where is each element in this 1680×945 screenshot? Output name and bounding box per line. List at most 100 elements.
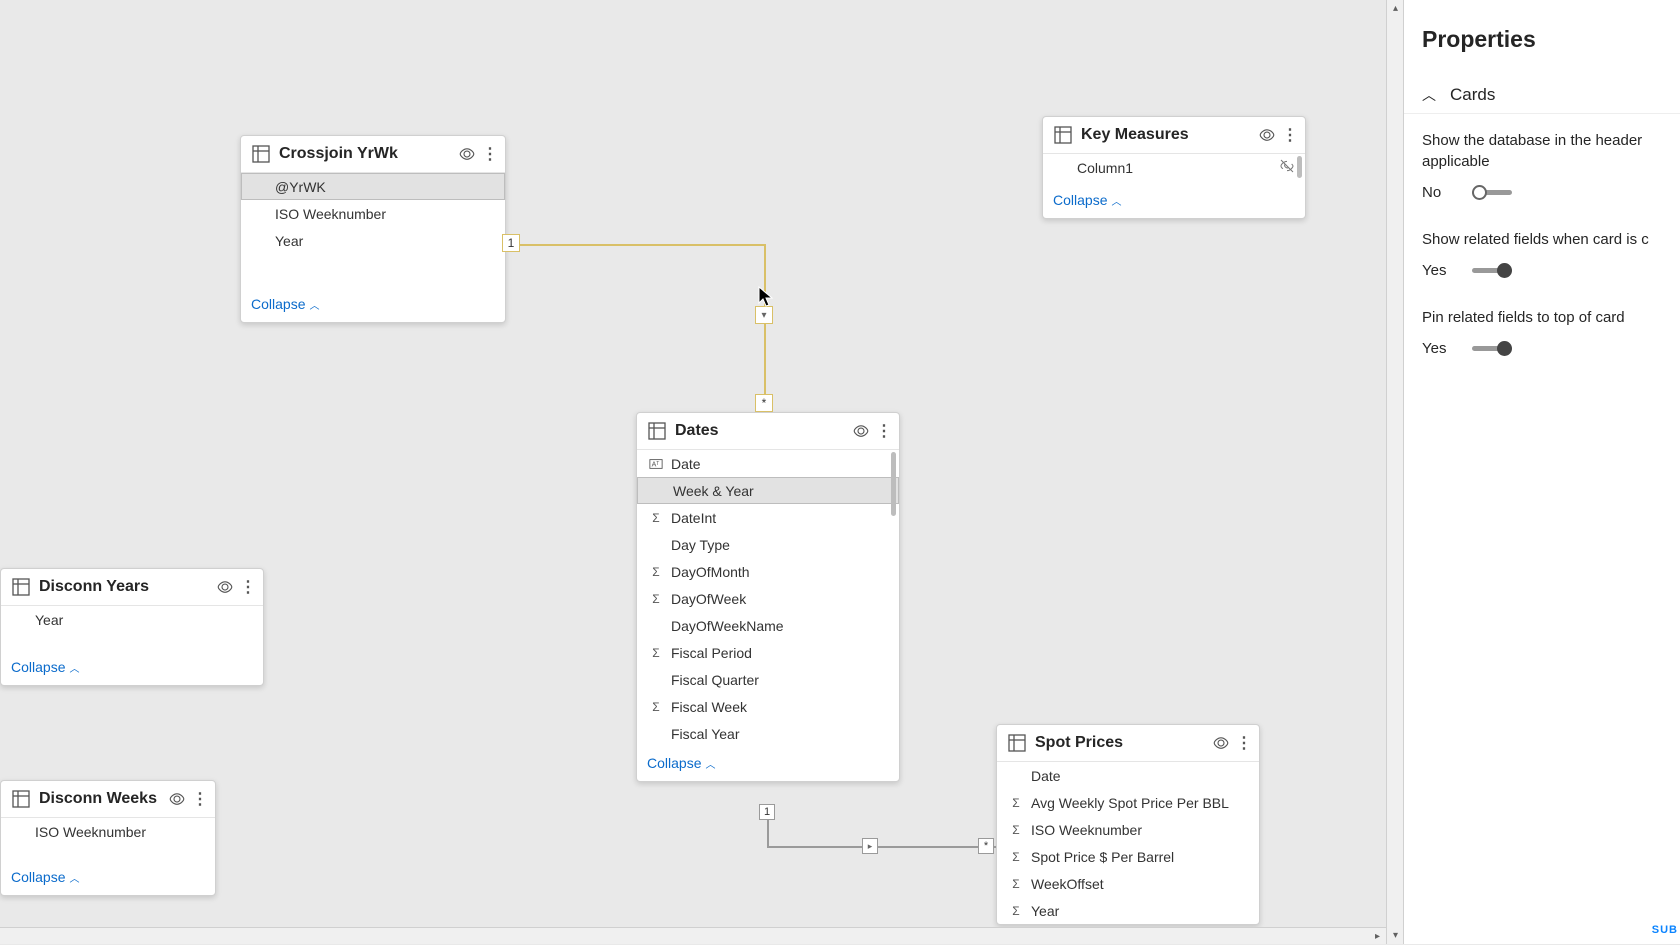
field-week-year[interactable]: Week & Year [637, 477, 899, 504]
scroll-thumb[interactable] [891, 452, 896, 516]
collapse-button[interactable]: Collapse︿ [1, 861, 215, 895]
chevron-up-icon: ︿ [1111, 193, 1121, 208]
table-disconn-years[interactable]: Disconn Years ⋮ Year Collapse︿ [0, 568, 264, 686]
sigma-icon: Σ [647, 700, 665, 714]
visibility-icon[interactable] [1257, 125, 1277, 145]
more-options-icon[interactable]: ⋮ [195, 789, 205, 809]
chevron-up-icon: ︿ [309, 297, 319, 312]
sub-watermark: SUB [1652, 924, 1678, 936]
toggle-show-related[interactable] [1472, 263, 1512, 279]
field-iso-weeknumber[interactable]: ΣISO Weeknumber [997, 816, 1259, 843]
chevron-up-icon: ︿ [705, 756, 715, 771]
visibility-icon[interactable] [1211, 733, 1231, 753]
table-header[interactable]: Crossjoin YrWk ⋮ [241, 136, 505, 173]
table-title: Key Measures [1081, 126, 1249, 144]
field-list: ISO Weeknumber [1, 818, 215, 845]
more-options-icon[interactable]: ⋮ [879, 421, 889, 441]
hidden-icon [1279, 158, 1295, 177]
collapse-button[interactable]: Collapse︿ [1043, 184, 1305, 218]
relationship-line[interactable] [764, 244, 766, 412]
cardinality-many: * [978, 838, 994, 854]
table-disconn-weeks[interactable]: Disconn Weeks ⋮ ISO Weeknumber Collapse︿ [0, 780, 216, 896]
sigma-icon: Σ [1007, 796, 1025, 810]
field-day-type[interactable]: Day Type [637, 531, 899, 558]
field-at-yrwk[interactable]: @YrWK [241, 173, 505, 200]
cardinality-many: * [755, 394, 773, 412]
visibility-icon[interactable] [851, 421, 871, 441]
table-header[interactable]: Spot Prices ⋮ [997, 725, 1259, 762]
properties-title: Properties [1404, 12, 1680, 77]
field-fiscal-quarter[interactable]: Fiscal Quarter [637, 666, 899, 693]
field-fiscal-year[interactable]: Fiscal Year [637, 720, 899, 747]
svg-text:Aᵀ: Aᵀ [652, 461, 660, 468]
visibility-icon[interactable] [167, 789, 187, 809]
field-fiscal-period[interactable]: ΣFiscal Period [637, 639, 899, 666]
filter-direction-icon: ▸ [862, 838, 878, 854]
table-header[interactable]: Disconn Weeks ⋮ [1, 781, 215, 818]
table-key-measures[interactable]: Key Measures ⋮ Column1 Collapse︿ [1042, 116, 1306, 219]
more-options-icon[interactable]: ⋮ [243, 577, 253, 597]
field-date[interactable]: Date [997, 762, 1259, 789]
collapse-button[interactable]: Collapse︿ [637, 747, 899, 781]
model-canvas[interactable]: Crossjoin YrWk ⋮ @YrWK ISO Weeknumber Ye… [0, 0, 1386, 944]
field-column1[interactable]: Column1 [1043, 154, 1305, 181]
sigma-icon: Σ [1007, 850, 1025, 864]
sigma-icon: Σ [1007, 823, 1025, 837]
field-list: Year [1, 606, 263, 633]
scroll-down-icon[interactable]: ▾ [1387, 927, 1404, 944]
field-year[interactable]: ΣYear [997, 897, 1259, 924]
toggle-show-database[interactable] [1472, 185, 1512, 201]
toggle-pin-related[interactable] [1472, 341, 1512, 357]
table-icon [251, 144, 271, 164]
table-title: Disconn Weeks [39, 790, 159, 808]
sigma-icon: Σ [647, 565, 665, 579]
relationship-line[interactable] [767, 846, 996, 848]
vertical-scrollbar[interactable]: ▴ ▾ [1386, 0, 1403, 944]
field-list: Date ΣAvg Weekly Spot Price Per BBL ΣISO… [997, 762, 1259, 924]
visibility-icon[interactable] [457, 144, 477, 164]
field-year[interactable]: Year [241, 227, 505, 254]
section-cards[interactable]: ︿ Cards [1404, 77, 1680, 113]
field-date[interactable]: AᵀDate [637, 450, 899, 477]
field-dayofweekname[interactable]: DayOfWeekName [637, 612, 899, 639]
more-options-icon[interactable]: ⋮ [1285, 125, 1295, 145]
more-options-icon[interactable]: ⋮ [1239, 733, 1249, 753]
field-dateint[interactable]: ΣDateInt [637, 504, 899, 531]
field-dayofmonth[interactable]: ΣDayOfMonth [637, 558, 899, 585]
field-fiscal-week[interactable]: ΣFiscal Week [637, 693, 899, 720]
field-iso-weeknumber[interactable]: ISO Weeknumber [241, 200, 505, 227]
relationship-line[interactable] [506, 244, 766, 246]
cardinality-one: 1 [759, 804, 775, 820]
more-options-icon[interactable]: ⋮ [485, 144, 495, 164]
property-pin-related: Pin related fields to top of card Yes [1404, 291, 1680, 369]
field-year[interactable]: Year [1, 606, 263, 633]
table-header[interactable]: Dates ⋮ [637, 413, 899, 450]
visibility-icon[interactable] [215, 577, 235, 597]
collapse-button[interactable]: Collapse︿ [1, 651, 263, 685]
scroll-up-icon[interactable]: ▴ [1387, 0, 1404, 17]
field-dayofweek[interactable]: ΣDayOfWeek [637, 585, 899, 612]
table-title: Spot Prices [1035, 734, 1203, 752]
scroll-right-icon[interactable]: ▸ [1369, 928, 1386, 945]
scroll-thumb[interactable] [1297, 156, 1302, 178]
field-list: AᵀDate Week & Year ΣDateInt Day Type ΣDa… [637, 450, 899, 747]
table-title: Crossjoin YrWk [279, 145, 449, 163]
field-weekoffset[interactable]: ΣWeekOffset [997, 870, 1259, 897]
table-header[interactable]: Disconn Years ⋮ [1, 569, 263, 606]
field-list: @YrWK ISO Weeknumber Year [241, 173, 505, 254]
properties-pane: Properties ︿ Cards Show the database in … [1403, 0, 1680, 944]
sigma-icon: Σ [1007, 877, 1025, 891]
field-iso-weeknumber[interactable]: ISO Weeknumber [1, 818, 215, 845]
chevron-up-icon: ︿ [69, 870, 79, 885]
table-crossjoin-yrwk[interactable]: Crossjoin YrWk ⋮ @YrWK ISO Weeknumber Ye… [240, 135, 506, 323]
sigma-icon: Σ [647, 511, 665, 525]
table-icon [11, 789, 31, 809]
table-header[interactable]: Key Measures ⋮ [1043, 117, 1305, 154]
table-spot-prices[interactable]: Spot Prices ⋮ Date ΣAvg Weekly Spot Pric… [996, 724, 1260, 925]
field-avg-weekly-spot[interactable]: ΣAvg Weekly Spot Price Per BBL [997, 789, 1259, 816]
table-dates[interactable]: Dates ⋮ AᵀDate Week & Year ΣDateInt Day … [636, 412, 900, 782]
table-icon [647, 421, 667, 441]
field-spot-price-barrel[interactable]: ΣSpot Price $ Per Barrel [997, 843, 1259, 870]
horizontal-scrollbar[interactable]: ▸ [0, 927, 1386, 944]
collapse-button[interactable]: Collapse︿ [241, 288, 505, 322]
